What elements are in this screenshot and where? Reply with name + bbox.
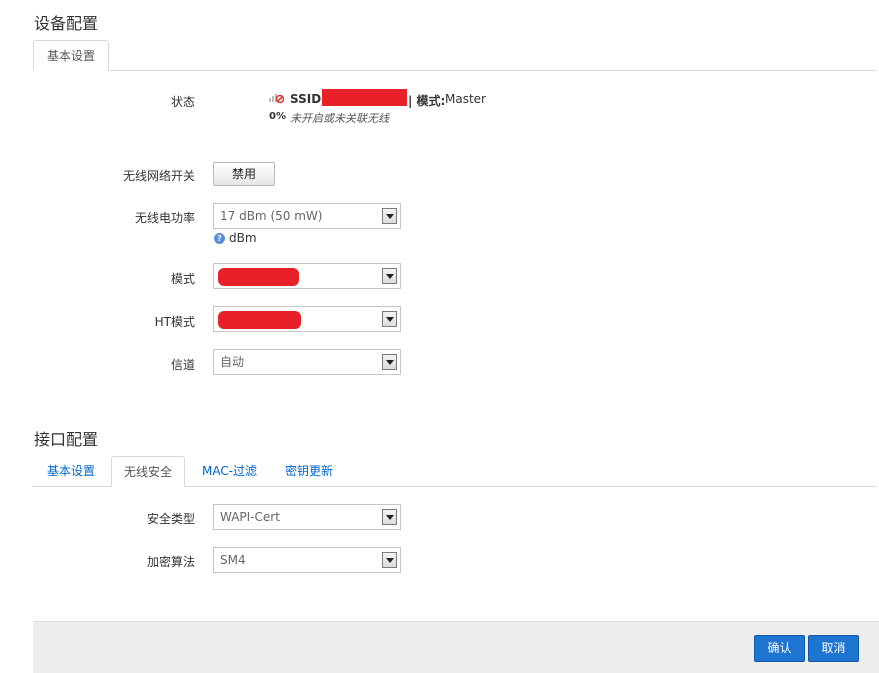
chevron-down-icon[interactable] (382, 509, 397, 525)
tx-power-hint: dBm (229, 231, 257, 245)
signal-percent: 0% (269, 111, 286, 122)
ht-mode-redacted (218, 311, 301, 329)
confirm-button[interactable]: 确认 (754, 635, 805, 662)
cancel-button[interactable]: 取消 (808, 635, 859, 662)
mode-value: Master (445, 92, 486, 106)
signal-status-text: 未开启或未关联无线 (290, 112, 389, 125)
chevron-down-icon[interactable] (382, 268, 397, 284)
mode-label: | 模式: (408, 94, 446, 108)
tab-basic-settings[interactable]: 基本设置 (33, 40, 109, 71)
cipher-select[interactable]: SM4 (213, 547, 401, 573)
channel-select[interactable]: 自动 (213, 349, 401, 375)
status-label: 状态 (170, 95, 195, 109)
chevron-down-icon[interactable] (382, 311, 397, 327)
ht-mode-label: HT模式 (154, 315, 195, 329)
tab-mac-filter[interactable]: MAC-过滤 (190, 456, 269, 486)
security-type-value: WAPI-Cert (220, 510, 280, 524)
chevron-down-icon[interactable] (382, 552, 397, 568)
help-icon: ? (214, 233, 225, 244)
mode-select-label: 模式 (170, 272, 195, 286)
device-tabs-divider (33, 70, 876, 71)
tx-power-value: 17 dBm (50 mW) (220, 209, 323, 223)
chevron-down-icon[interactable] (382, 354, 397, 370)
security-type-label: 安全类型 (146, 512, 195, 526)
chevron-down-icon[interactable] (382, 208, 397, 224)
channel-label: 信道 (170, 358, 195, 372)
signal-disabled-icon (268, 90, 285, 107)
tab-wireless-security[interactable]: 无线安全 (111, 456, 186, 487)
security-type-select[interactable]: WAPI-Cert (213, 504, 401, 530)
tab-interface-basic[interactable]: 基本设置 (35, 456, 107, 486)
action-footer (33, 621, 879, 673)
mode-redacted (218, 268, 299, 286)
cipher-value: SM4 (220, 553, 246, 567)
tx-power-label: 无线电功率 (134, 211, 195, 225)
ssid-label: SSID: (290, 92, 326, 106)
interface-config-title: 接口配置 (34, 430, 99, 449)
ssid-redacted (322, 89, 407, 106)
channel-value: 自动 (220, 355, 245, 369)
device-config-title: 设备配置 (34, 14, 99, 33)
tab-key-update[interactable]: 密钥更新 (273, 456, 345, 486)
tx-power-select[interactable]: 17 dBm (50 mW) (213, 203, 401, 229)
disable-button[interactable]: 禁用 (213, 162, 275, 186)
wireless-switch-label: 无线网络开关 (122, 169, 195, 183)
cipher-label: 加密算法 (146, 555, 195, 569)
